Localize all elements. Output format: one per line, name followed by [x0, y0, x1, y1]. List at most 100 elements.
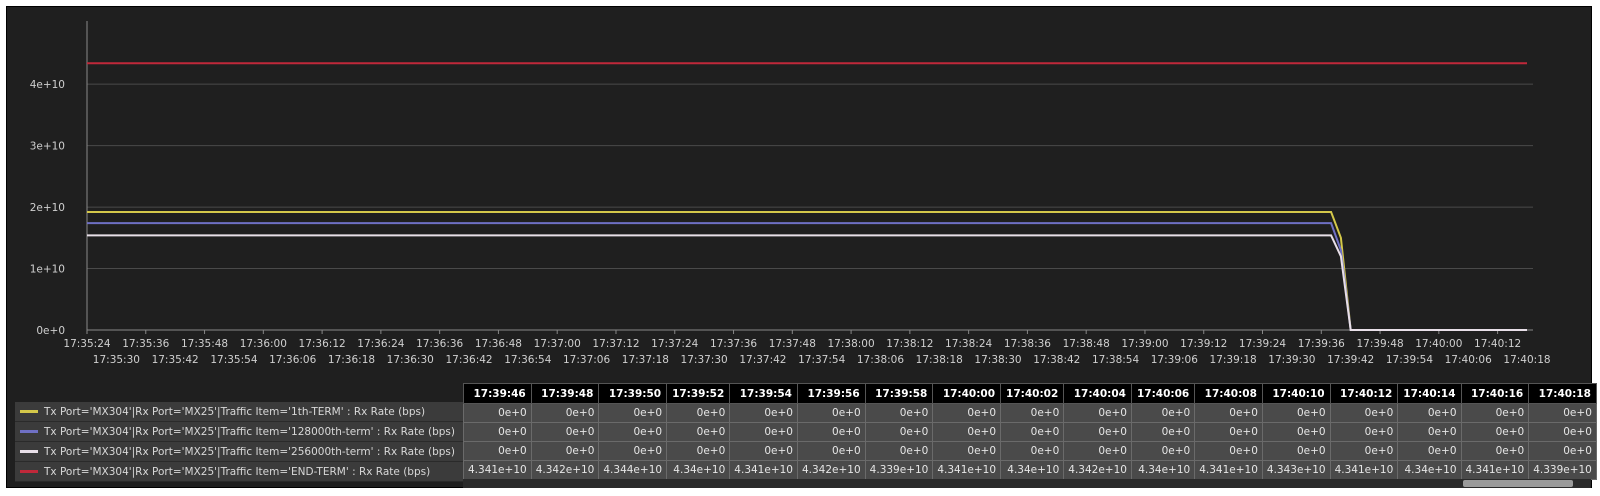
- table-cell: 0e+0: [1063, 441, 1132, 461]
- table-cell: 0e+0: [463, 441, 532, 461]
- table-cell: 0e+0: [1329, 441, 1399, 461]
- series-line-1: [87, 211, 1527, 331]
- x-tick-label: 17:38:48: [1063, 338, 1110, 350]
- table-cell: 0e+0: [1000, 441, 1065, 461]
- table-cell: 0e+0: [1329, 403, 1399, 423]
- scrollbar-thumb[interactable]: [1463, 480, 1573, 487]
- table-cell: 0e+0: [1528, 403, 1597, 423]
- table-row: 0e+0 0e+0 0e+0 0e+0 0e+0 0e+0 0e+0 0e+0 0e+0 0e+0…: [463, 422, 1597, 442]
- table-cell: 0e+0: [1397, 422, 1462, 442]
- table-cell: 4.341e+10: [1329, 460, 1399, 480]
- table-column-header: 17:39:56: [796, 383, 866, 404]
- y-tick-label: 0e+0: [36, 325, 65, 337]
- table-cell: 0e+0: [530, 422, 600, 442]
- table-column-header: 17:40:16: [1460, 383, 1530, 404]
- x-tick-label: 17:38:00: [827, 338, 874, 350]
- table-column-header: 17:39:58: [864, 383, 934, 404]
- table-cell: 0e+0: [796, 403, 866, 423]
- chart-panel: 0e+0 1e+10 2e+10 3e+10 4e+10 17:35:24 17:35:36…: [6, 6, 1597, 488]
- table-body: 0e+0 0e+0 0e+0 0e+0 0e+0 0e+0 0e+0 0e+0 0e+0 0e+0…: [463, 403, 1597, 480]
- table-cell: 4.34e+10: [1000, 460, 1065, 480]
- x-tick-label: 17:36:54: [504, 354, 551, 366]
- table-cell: 4.342e+10: [796, 460, 866, 480]
- table-cell: 0e+0: [864, 441, 934, 461]
- x-tick-label: 17:35:54: [210, 354, 257, 366]
- x-tick-label: 17:37:54: [798, 354, 845, 366]
- table-cell: 4.34e+10: [1397, 460, 1462, 480]
- x-tick-label: 17:36:36: [416, 338, 463, 350]
- table-column-header: 17:40:00: [932, 383, 1002, 404]
- table-cell: 0e+0: [1130, 403, 1196, 423]
- x-tick-label: 17:36:00: [240, 338, 287, 350]
- table-column-header: 17:40:08: [1194, 383, 1263, 404]
- x-tick-label: 17:39:12: [1180, 338, 1227, 350]
- table-column-header: 17:39:54: [729, 383, 798, 404]
- table-cell: 0e+0: [1397, 403, 1462, 423]
- x-tick-label: 17:39:30: [1268, 354, 1315, 366]
- x-tick-label: 17:39:48: [1356, 338, 1403, 350]
- legend-item: Tx Port='MX304'|Rx Port='MX25'|Traffic I…: [15, 422, 463, 442]
- x-tick-label: 17:38:24: [945, 338, 992, 350]
- table-header-row: 17:39:46 17:39:48 17:39:50 17:39:52 17:39:54…: [463, 383, 1597, 404]
- x-tick-label: 17:36:30: [387, 354, 434, 366]
- x-tick-label: 17:38:12: [886, 338, 933, 350]
- x-tick-label: 17:37:18: [622, 354, 669, 366]
- table-cell: 0e+0: [729, 441, 798, 461]
- table-cell: 4.341e+10: [932, 460, 1002, 480]
- x-tick-label: 17:38:42: [1033, 354, 1080, 366]
- table-cell: 4.339e+10: [864, 460, 934, 480]
- x-tick-label: 17:37:30: [681, 354, 728, 366]
- x-tick-label: 17:40:00: [1415, 338, 1462, 350]
- x-tick-label: 17:35:42: [152, 354, 199, 366]
- table-cell: 0e+0: [729, 403, 798, 423]
- table-cell: 0e+0: [530, 403, 600, 423]
- x-tick-label: 17:39:00: [1121, 338, 1168, 350]
- table-column-header: 17:40:06: [1130, 383, 1196, 404]
- y-tick-label: 2e+10: [30, 202, 65, 214]
- series-line-2: [87, 222, 1527, 331]
- x-tick-label: 17:37:42: [739, 354, 786, 366]
- legend-swatch: [20, 430, 38, 433]
- table-cell: 4.34e+10: [666, 460, 731, 480]
- y-tick-label: 4e+10: [30, 79, 65, 91]
- table-cell: 0e+0: [666, 403, 731, 423]
- legend-item: Tx Port='MX304'|Rx Port='MX25'|Traffic I…: [15, 442, 463, 462]
- x-tick-label: 17:38:36: [1004, 338, 1051, 350]
- table-cell: 0e+0: [1528, 422, 1597, 442]
- table-cell: 0e+0: [864, 403, 934, 423]
- x-tick-label: 17:40:18: [1503, 354, 1550, 366]
- table-cell: 4.341e+10: [1194, 460, 1263, 480]
- x-tick-label: 17:37:36: [710, 338, 757, 350]
- table-cell: 0e+0: [932, 422, 1002, 442]
- x-tick-label: 17:40:12: [1474, 338, 1521, 350]
- table-cell: 0e+0: [1000, 403, 1065, 423]
- table-column-header: 17:39:46: [463, 383, 532, 404]
- y-tick-label: 1e+10: [30, 264, 65, 276]
- horizontal-scrollbar[interactable]: [463, 479, 1591, 488]
- x-tick-label: 17:39:18: [1210, 354, 1257, 366]
- table-cell: 0e+0: [598, 441, 668, 461]
- x-tick-label: 17:38:18: [916, 354, 963, 366]
- table-column-header: 17:39:50: [598, 383, 668, 404]
- table-cell: 0e+0: [1460, 441, 1530, 461]
- table-cell: 4.342e+10: [530, 460, 600, 480]
- legend: Tx Port='MX304'|Rx Port='MX25'|Traffic I…: [15, 402, 463, 482]
- table-cell: 0e+0: [796, 441, 866, 461]
- table-column-header: 17:39:52: [666, 383, 731, 404]
- table-cell: 4.342e+10: [1063, 460, 1132, 480]
- legend-item: Tx Port='MX304'|Rx Port='MX25'|Traffic I…: [15, 402, 463, 422]
- table-cell: 4.341e+10: [463, 460, 532, 480]
- table-cell: 0e+0: [463, 403, 532, 423]
- table-column-header: 17:39:48: [530, 383, 600, 404]
- table-cell: 0e+0: [1460, 403, 1530, 423]
- table-cell: 0e+0: [666, 422, 731, 442]
- x-tick-label: 17:37:12: [592, 338, 639, 350]
- table-cell: 0e+0: [1130, 422, 1196, 442]
- table-cell: 0e+0: [1261, 441, 1331, 461]
- y-tick-label: 3e+10: [30, 141, 65, 153]
- table-cell: 0e+0: [796, 422, 866, 442]
- x-tick-label: 17:39:54: [1386, 354, 1433, 366]
- legend-label: Tx Port='MX304'|Rx Port='MX25'|Traffic I…: [44, 405, 426, 418]
- table-column-header: 17:40:14: [1397, 383, 1462, 404]
- table-cell: 0e+0: [1194, 422, 1263, 442]
